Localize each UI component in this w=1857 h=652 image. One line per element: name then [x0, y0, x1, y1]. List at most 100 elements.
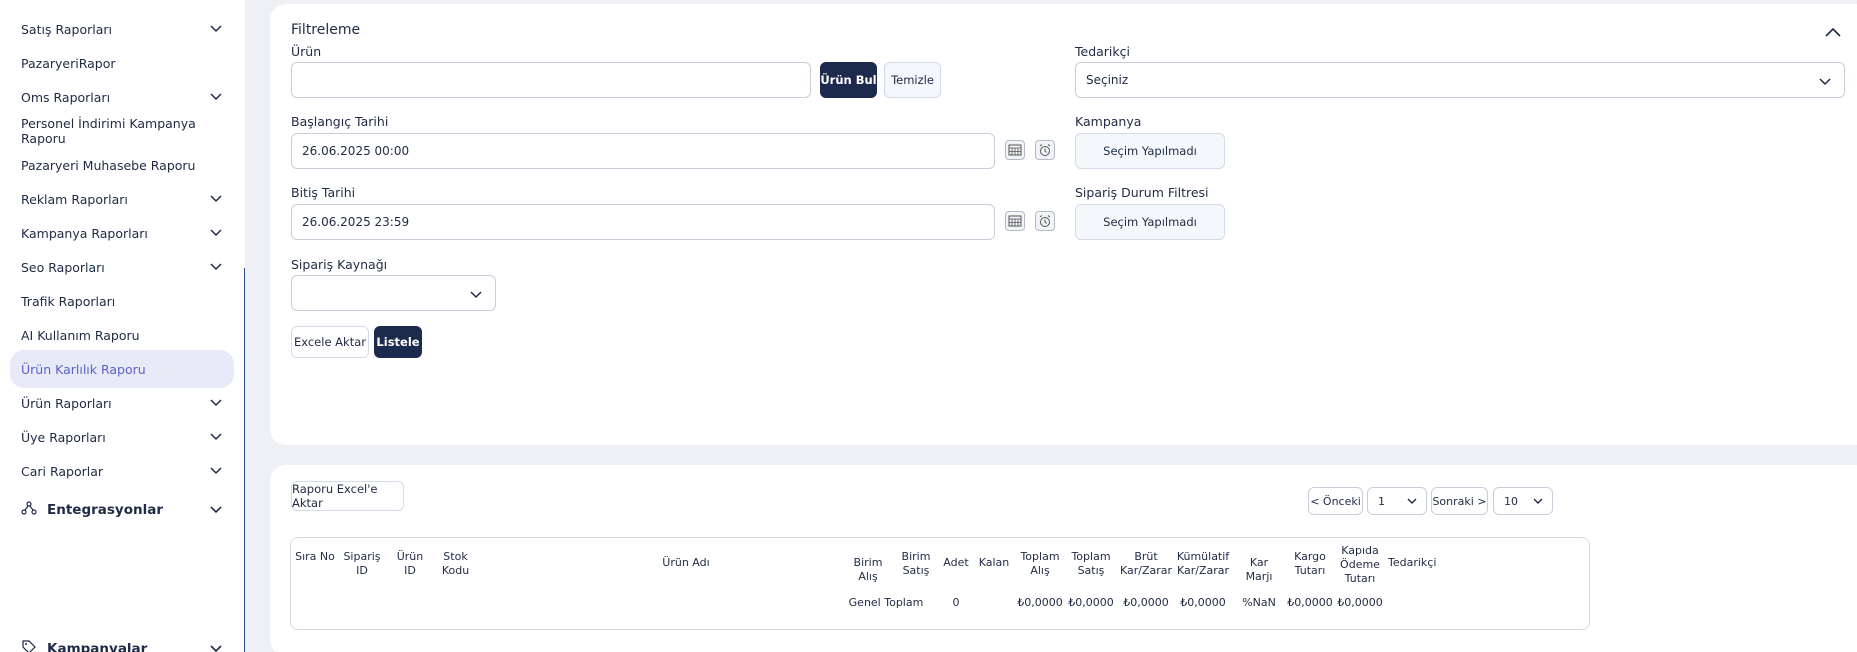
column-header: Brüt Kar/Zarar — [1120, 550, 1173, 577]
sidebar-section-label: Entegrasyonlar — [47, 502, 163, 518]
column-header: Kargo Tutarı — [1294, 550, 1326, 577]
baslangic-tarihi-input[interactable]: 26.06.2025 00:00 — [291, 133, 995, 169]
tedarikci-label: Tedarikçi — [1075, 44, 1130, 59]
sidebar-item-ai-kullanim[interactable]: AI Kullanım Raporu — [10, 316, 234, 354]
next-page-button[interactable]: Sonraki > — [1431, 487, 1488, 515]
column-header: Toplam Satış — [1071, 550, 1111, 577]
chevron-up-icon[interactable] — [1825, 26, 1841, 37]
total-brut: ₺0,0000 — [1123, 596, 1169, 609]
chevron-down-icon — [210, 431, 222, 443]
baslangic-label: Başlangıç Tarihi — [291, 114, 389, 129]
chevron-down-icon — [1406, 495, 1418, 510]
column-header: Stok Kodu — [441, 550, 470, 577]
raporu-excele-aktar-button[interactable]: Raporu Excel'e Aktar — [291, 481, 404, 511]
sidebar-item-personel-indirimi[interactable]: Personel İndirimi Kampanya Raporu — [10, 112, 234, 150]
tedarikci-selected-value: Seçiniz — [1086, 73, 1129, 87]
sidebar-item-label: Reklam Raporları — [21, 191, 128, 207]
sidebar: Satış Raporları PazaryeriRapor Oms Rapor… — [0, 0, 245, 652]
sidebar-item-reklam-raporlari[interactable]: Reklam Raporları — [10, 180, 234, 218]
sidebar-item-label: Cari Raporlar — [21, 463, 104, 479]
column-header: Kümülatif Kar/Zarar — [1176, 550, 1230, 577]
sidebar-item-label: Üye Raporları — [21, 429, 106, 445]
sidebar-item-label: Kampanya Raporları — [21, 225, 148, 241]
alarm-clock-icon[interactable] — [1035, 140, 1055, 160]
sidebar-item-label: PazaryeriRapor — [21, 55, 116, 71]
kampanya-label: Kampanya — [1075, 114, 1142, 129]
sidebar-item-label: Trafik Raporları — [21, 293, 116, 309]
sidebar-item-satis-raporlari[interactable]: Satış Raporları — [10, 10, 234, 48]
column-header: Sıra No — [295, 550, 335, 563]
sidebar-item-label: AI Kullanım Raporu — [21, 327, 140, 343]
urun-input[interactable] — [291, 62, 811, 98]
calendar-icon[interactable] — [1005, 211, 1025, 231]
sidebar-item-label: Seo Raporları — [21, 259, 105, 275]
urun-label: Ürün — [291, 44, 322, 59]
chevron-down-icon — [210, 261, 222, 273]
sidebar-item-label: Personel İndirimi Kampanya Raporu — [21, 116, 196, 146]
chevron-down-icon — [210, 397, 222, 409]
chevron-down-icon — [210, 227, 222, 239]
sidebar-item-urun-karlilik[interactable]: Ürün Karlılık Raporu — [10, 350, 234, 388]
column-header: Kalan — [978, 556, 1010, 569]
column-header: Kar Marjı — [1245, 556, 1273, 583]
column-header: Ürün ID — [396, 550, 424, 577]
chevron-down-icon — [210, 465, 222, 477]
total-row-label: Genel Toplam — [848, 596, 924, 609]
sidebar-item-label: Ürün Raporları — [21, 395, 112, 411]
total-kar-marji: %NaN — [1242, 596, 1276, 609]
column-header: Birim Alış — [853, 556, 883, 583]
total-adet: 0 — [952, 596, 960, 609]
temizle-button[interactable]: Temizle — [884, 62, 941, 98]
previous-page-button[interactable]: < Önceki — [1308, 487, 1363, 515]
integration-icon — [21, 500, 37, 520]
total-kumulatif: ₺0,0000 — [1180, 596, 1226, 609]
urun-bul-button[interactable]: Ürün Bul — [820, 62, 877, 98]
filter-title: Filtreleme — [291, 22, 361, 38]
column-header: Tedarikçi — [1388, 556, 1437, 569]
chevron-down-icon — [1532, 495, 1544, 510]
bitis-tarihi-input[interactable]: 26.06.2025 23:59 — [291, 204, 995, 240]
chevron-down-icon — [210, 91, 222, 103]
tedarikci-select[interactable]: Seçiniz — [1075, 62, 1845, 98]
column-header: Birim Satış — [901, 550, 931, 577]
column-header: Toplam Alış — [1020, 550, 1060, 577]
bitis-label: Bitiş Tarihi — [291, 185, 356, 200]
sidebar-item-oms-raporlari[interactable]: Oms Raporları — [10, 78, 234, 116]
sidebar-section-label: Kampanyalar — [47, 641, 148, 652]
results-card: Raporu Excel'e Aktar < Önceki 1 Sonraki … — [270, 465, 1857, 652]
column-header: Sipariş ID — [343, 550, 381, 577]
sidebar-item-kampanya-raporlari[interactable]: Kampanya Raporları — [10, 214, 234, 252]
sidebar-item-cari-raporlar[interactable]: Cari Raporlar — [10, 452, 234, 490]
sidebar-item-uye-raporlari[interactable]: Üye Raporları — [10, 418, 234, 456]
page-size-select[interactable]: 10 — [1493, 487, 1553, 515]
page-select[interactable]: 1 — [1367, 487, 1427, 515]
sidebar-item-label: Ürün Karlılık Raporu — [21, 361, 146, 377]
sidebar-item-label: Oms Raporları — [21, 89, 111, 105]
sidebar-section-entegrasyonlar[interactable]: Entegrasyonlar — [10, 491, 234, 529]
sidebar-item-pazaryeri-muhasebe[interactable]: Pazaryeri Muhasebe Raporu — [10, 146, 234, 184]
siparis-durum-select-button[interactable]: Seçim Yapılmadı — [1075, 204, 1225, 240]
sidebar-item-urun-raporlari[interactable]: Ürün Raporları — [10, 384, 234, 422]
calendar-icon[interactable] — [1005, 140, 1025, 160]
alarm-clock-icon[interactable] — [1035, 211, 1055, 231]
excele-aktar-button[interactable]: Excele Aktar — [291, 326, 369, 358]
sidebar-item-label: Pazaryeri Muhasebe Raporu — [21, 157, 196, 173]
chevron-down-icon — [210, 641, 222, 652]
sidebar-item-seo-raporlari[interactable]: Seo Raporları — [10, 248, 234, 286]
chevron-down-icon — [210, 193, 222, 205]
total-toplam-satis: ₺0,0000 — [1068, 596, 1114, 609]
sidebar-item-trafik-raporlari[interactable]: Trafik Raporları — [10, 282, 234, 320]
kampanya-select-button[interactable]: Seçim Yapılmadı — [1075, 133, 1225, 169]
profitability-table: Sıra No Sipariş ID Ürün ID Stok Kodu Ürü… — [290, 537, 1590, 630]
listele-button[interactable]: Listele — [374, 326, 422, 358]
sidebar-section-kampanyalar[interactable]: Kampanyalar — [10, 630, 234, 652]
chevron-down-icon — [469, 287, 483, 301]
filter-card: Filtreleme Ürün Ürün Bul Temizle Tedarik… — [270, 4, 1857, 445]
tag-icon — [21, 639, 37, 652]
page-selected-value: 1 — [1378, 494, 1385, 508]
siparis-durum-label: Sipariş Durum Filtresi — [1075, 185, 1209, 200]
siparis-kaynagi-select[interactable] — [291, 275, 496, 311]
sidebar-scroll-rail — [244, 268, 245, 652]
sidebar-item-pazaryeri-rapor[interactable]: PazaryeriRapor — [10, 44, 234, 82]
total-toplam-alis: ₺0,0000 — [1017, 596, 1063, 609]
